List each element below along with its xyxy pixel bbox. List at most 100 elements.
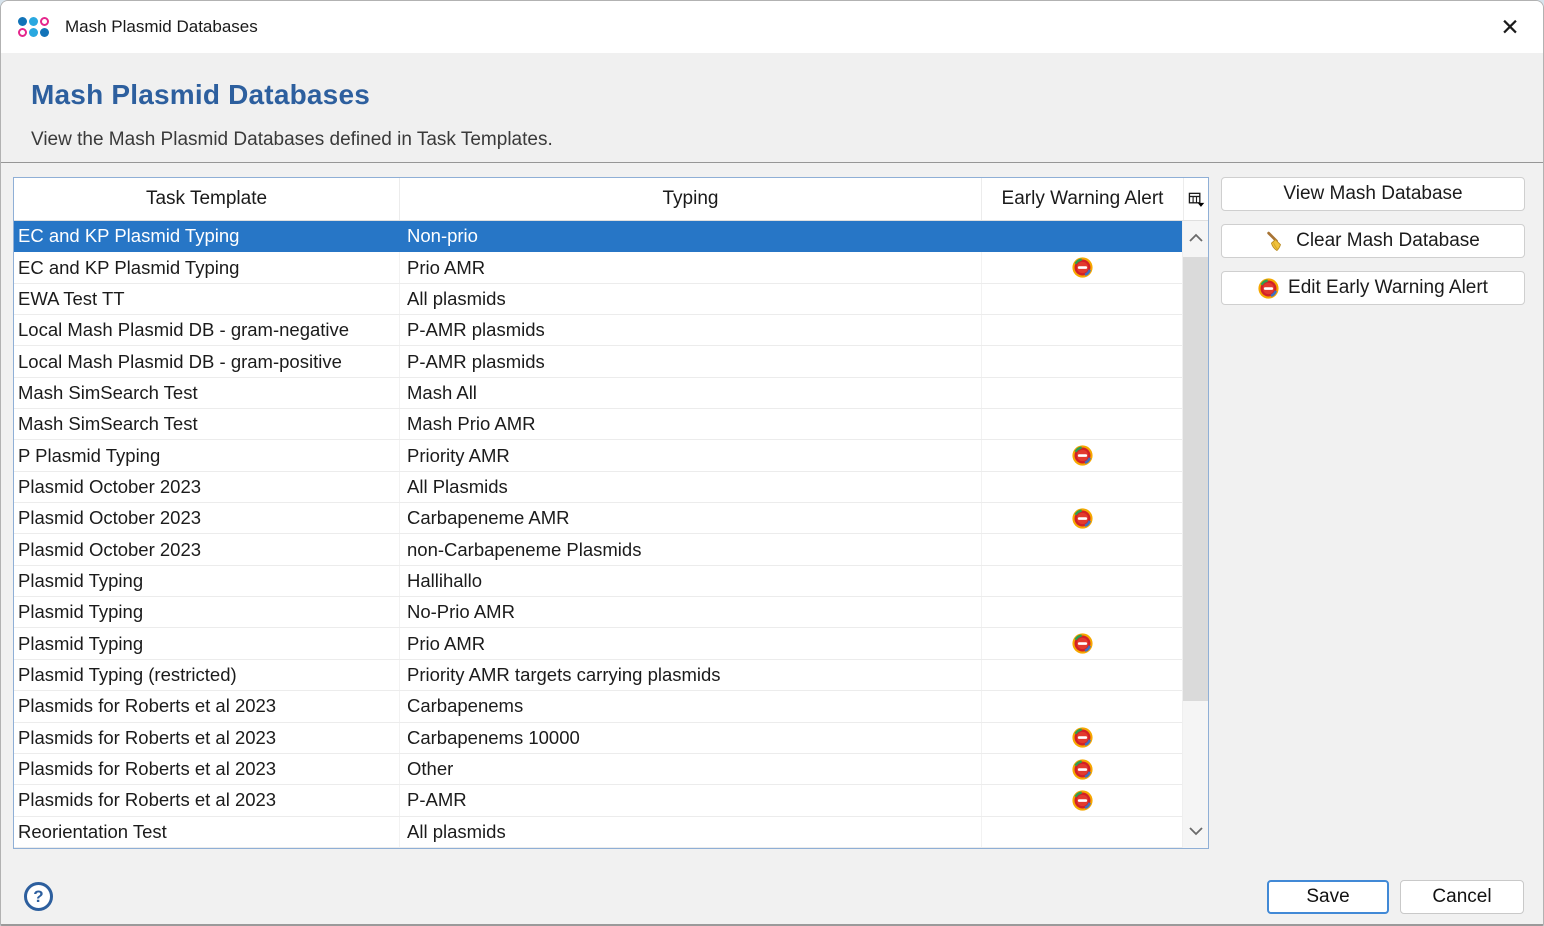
title-bar: Mash Plasmid Databases ✕ [1,1,1543,53]
clear-mash-database-label: Clear Mash Database [1296,230,1480,252]
typing-cell: Hallihallo [400,566,982,596]
early-warning-alert-icon [1072,445,1093,466]
table-row[interactable]: EC and KP Plasmid Typing Prio AMR [14,252,1182,283]
table-row[interactable]: Plasmids for Roberts et al 2023 Carbapen… [14,723,1182,754]
close-button[interactable]: ✕ [1489,7,1531,47]
task-template-cell: Plasmid Typing [14,628,400,658]
typing-cell: No-Prio AMR [400,597,982,627]
task-template-cell: Plasmids for Roberts et al 2023 [14,785,400,815]
typing-cell: non-Carbapeneme Plasmids [400,534,982,564]
task-template-cell: Plasmid October 2023 [14,534,400,564]
edit-early-warning-alert-button[interactable]: Edit Early Warning Alert [1221,271,1525,305]
dialog-window: Mash Plasmid Databases ✕ Mash Plasmid Da… [0,0,1544,926]
typing-cell: Carbapeneme AMR [400,503,982,533]
early-warning-alert-cell [982,660,1182,690]
early-warning-alert-cell [982,534,1182,564]
typing-cell: Prio AMR [400,252,982,282]
clear-mash-database-button[interactable]: Clear Mash Database [1221,224,1525,258]
typing-cell: P-AMR [400,785,982,815]
table-row[interactable]: Local Mash Plasmid DB - gram-negative P-… [14,315,1182,346]
table-body: EC and KP Plasmid Typing Non-prio EC and… [14,221,1208,848]
task-template-cell: EC and KP Plasmid Typing [14,252,400,282]
early-warning-alert-cell [982,566,1182,596]
task-template-cell: Local Mash Plasmid DB - gram-positive [14,346,400,376]
typing-cell: All plasmids [400,817,982,847]
mash-databases-table: Task Template Typing Early Warning Alert… [13,177,1209,849]
table-row[interactable]: Local Mash Plasmid DB - gram-positive P-… [14,346,1182,377]
scrollbar-thumb[interactable] [1183,257,1208,701]
early-warning-alert-cell [982,221,1182,251]
task-template-cell: Plasmids for Roberts et al 2023 [14,691,400,721]
column-header-early-warning-alert[interactable]: Early Warning Alert [982,178,1184,220]
broom-icon [1266,231,1287,252]
early-warning-alert-cell [982,754,1182,784]
typing-cell: Other [400,754,982,784]
typing-cell: All plasmids [400,284,982,314]
typing-cell: Mash Prio AMR [400,409,982,439]
early-warning-alert-cell [982,378,1182,408]
early-warning-alert-icon [1072,759,1093,780]
scroll-up-icon[interactable] [1183,223,1208,253]
save-button[interactable]: Save [1267,880,1389,914]
view-mash-database-label: View Mash Database [1283,183,1462,205]
task-template-cell: EC and KP Plasmid Typing [14,221,400,251]
page-title: Mash Plasmid Databases [31,79,370,111]
table-row[interactable]: Mash SimSearch Test Mash All [14,378,1182,409]
early-warning-alert-cell [982,503,1182,533]
window-title: Mash Plasmid Databases [65,17,258,37]
early-warning-alert-icon [1072,257,1093,278]
early-warning-alert-icon [1258,278,1279,299]
typing-cell: Mash All [400,378,982,408]
help-button[interactable]: ? [24,882,53,911]
typing-cell: Priority AMR [400,440,982,470]
cancel-button[interactable]: Cancel [1400,880,1524,914]
early-warning-alert-icon [1072,633,1093,654]
early-warning-alert-cell [982,409,1182,439]
column-configuration-icon[interactable] [1184,178,1208,220]
table-row[interactable]: Plasmids for Roberts et al 2023 Other [14,754,1182,785]
typing-cell: Carbapenems 10000 [400,723,982,753]
table-row[interactable]: Plasmid Typing No-Prio AMR [14,597,1182,628]
table-row[interactable]: Plasmid Typing Hallihallo [14,566,1182,597]
early-warning-alert-icon [1072,790,1093,811]
table-row[interactable]: Plasmid October 2023 non-Carbapeneme Pla… [14,534,1182,565]
column-header-typing[interactable]: Typing [400,178,982,220]
table-row[interactable]: Plasmids for Roberts et al 2023 Carbapen… [14,691,1182,722]
table-row[interactable]: Plasmid Typing Prio AMR [14,628,1182,659]
early-warning-alert-cell [982,346,1182,376]
typing-cell: Carbapenems [400,691,982,721]
early-warning-alert-cell [982,252,1182,282]
table-row[interactable]: P Plasmid Typing Priority AMR [14,440,1182,471]
early-warning-alert-cell [982,315,1182,345]
table-row[interactable]: Plasmid Typing (restricted) Priority AMR… [14,660,1182,691]
task-template-cell: Plasmid October 2023 [14,503,400,533]
table-row[interactable]: Plasmids for Roberts et al 2023 P-AMR [14,785,1182,816]
early-warning-alert-cell [982,440,1182,470]
task-template-cell: Plasmids for Roberts et al 2023 [14,723,400,753]
column-header-task-template[interactable]: Task Template [14,178,400,220]
dialog-header: Mash Plasmid Databases View the Mash Pla… [1,53,1543,163]
early-warning-alert-cell [982,284,1182,314]
task-template-cell: Plasmid October 2023 [14,472,400,502]
vertical-scrollbar[interactable] [1182,221,1208,848]
table-row[interactable]: EC and KP Plasmid Typing Non-prio [14,221,1182,252]
table-row[interactable]: Mash SimSearch Test Mash Prio AMR [14,409,1182,440]
early-warning-alert-cell [982,691,1182,721]
early-warning-alert-cell [982,597,1182,627]
table-row[interactable]: Plasmid October 2023 All Plasmids [14,472,1182,503]
view-mash-database-button[interactable]: View Mash Database [1221,177,1525,211]
early-warning-alert-cell [982,723,1182,753]
table-row[interactable]: Reorientation Test All plasmids [14,817,1182,848]
early-warning-alert-cell [982,817,1182,847]
early-warning-alert-icon [1072,508,1093,529]
table-row[interactable]: Plasmid October 2023 Carbapeneme AMR [14,503,1182,534]
early-warning-alert-cell [982,785,1182,815]
table-header-row: Task Template Typing Early Warning Alert [14,178,1208,221]
task-template-cell: EWA Test TT [14,284,400,314]
scroll-down-icon[interactable] [1183,816,1208,846]
task-template-cell: P Plasmid Typing [14,440,400,470]
early-warning-alert-icon [1072,727,1093,748]
table-row[interactable]: EWA Test TT All plasmids [14,284,1182,315]
typing-cell: All Plasmids [400,472,982,502]
page-subtitle: View the Mash Plasmid Databases defined … [31,129,553,151]
